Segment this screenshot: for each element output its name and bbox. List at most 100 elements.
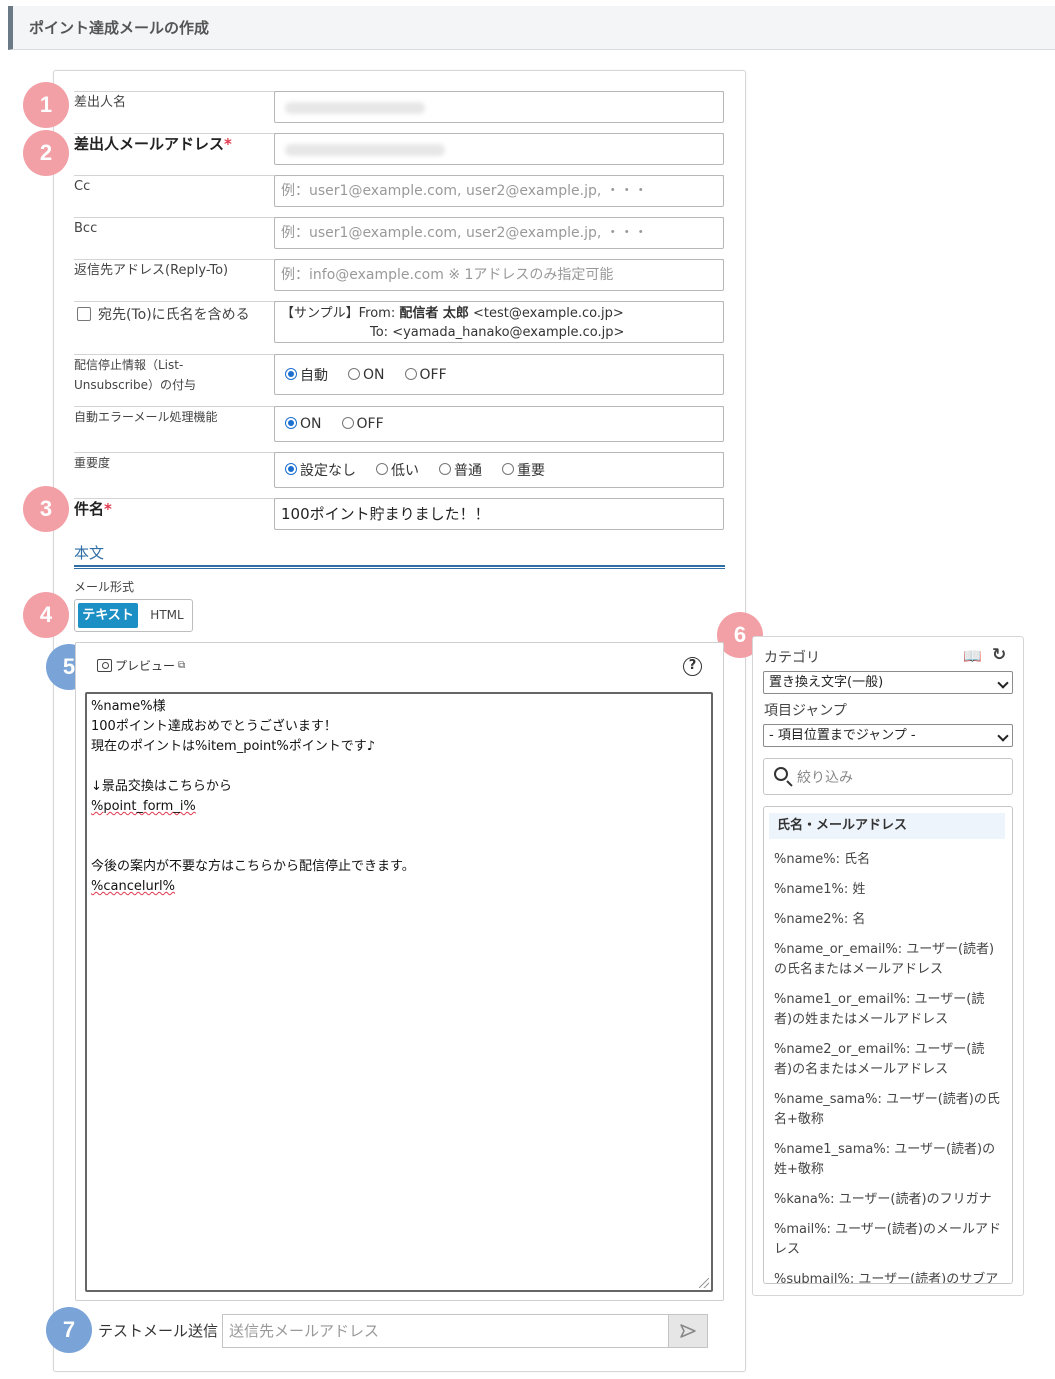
tag-item[interactable]: %name2%: 名 bbox=[774, 910, 1006, 930]
jump-label: 項目ジャンプ bbox=[764, 703, 847, 719]
replyto-input[interactable]: 例：info@example.com ※ 1アドレスのみ指定可能 bbox=[274, 259, 724, 291]
radio-priority-none[interactable]: 設定なし bbox=[285, 460, 356, 480]
auto-error-label: 自動エラーメール処理機能 bbox=[74, 410, 218, 424]
priority-radio-group: 設定なし 低い 普通 重要 bbox=[285, 453, 545, 487]
body-line: 100ポイント達成おめでとうございます！ bbox=[91, 719, 337, 734]
body-line bbox=[91, 817, 707, 837]
blurred-value bbox=[285, 144, 445, 156]
step-badge-2: 2 bbox=[23, 130, 69, 176]
tag-item[interactable]: %name_sama%: ユーザー(読者)の氏 名+敬称 bbox=[774, 1090, 1006, 1130]
replyto-label: 返信先アドレス(Reply-To) bbox=[74, 263, 229, 278]
tag-item[interactable]: %name1_or_email%: ユーザー(読 者)の姓またはメールアドレス bbox=[774, 990, 1006, 1030]
help-icon[interactable]: ? bbox=[683, 657, 702, 676]
sender-name-label: 差出人名 bbox=[74, 95, 127, 110]
jump-select[interactable]: - 項目位置までジャンプ - bbox=[763, 724, 1013, 747]
filter-input[interactable]: 絞り込み bbox=[763, 758, 1013, 795]
sender-email-input[interactable] bbox=[274, 133, 724, 165]
subject-input[interactable]: 100ポイント貯まりました！！ bbox=[274, 498, 724, 530]
body-line: %point_form_i% bbox=[91, 799, 196, 814]
include-name-label: 宛先(To)に氏名を含める bbox=[98, 307, 250, 323]
radio-icon bbox=[341, 417, 354, 429]
chevron-down-icon bbox=[997, 730, 1009, 742]
format-toggle: テキスト HTML bbox=[74, 599, 193, 632]
blurred-value bbox=[285, 102, 425, 114]
radio-error-on[interactable]: ON bbox=[285, 416, 322, 432]
tag-item[interactable]: %mail%: ユーザー(読者)のメールアド レス bbox=[774, 1220, 1006, 1260]
body-line: %cancelurl% bbox=[91, 879, 176, 894]
radio-unsubscribe-off[interactable]: OFF bbox=[404, 367, 447, 383]
auto-error-radio-box: ON OFF bbox=[274, 406, 724, 442]
subject-label: 件名* bbox=[74, 500, 112, 518]
radio-priority-high[interactable]: 重要 bbox=[502, 460, 545, 480]
unsubscribe-label-line2: Unsubscribe）の付与 bbox=[74, 378, 196, 392]
chevron-down-icon bbox=[997, 677, 1009, 689]
body-line: %name%様 bbox=[91, 699, 166, 714]
unsubscribe-radio-box: 自動 ON OFF bbox=[274, 354, 724, 395]
cc-input[interactable]: 例：user1@example.com, user2@example.jp, ・… bbox=[274, 175, 724, 207]
format-text-button[interactable]: テキスト bbox=[78, 603, 138, 628]
tag-item[interactable]: %name%: 氏名 bbox=[774, 850, 1006, 870]
resize-handle[interactable] bbox=[699, 1278, 709, 1288]
radio-icon bbox=[404, 367, 417, 380]
step-badge-3: 3 bbox=[23, 486, 69, 532]
category-select[interactable]: 置き換え文字(一般) bbox=[763, 671, 1013, 694]
body-textarea[interactable]: %name%様 100ポイント達成おめでとうございます！ 現在のポイントは%it… bbox=[85, 692, 713, 1292]
unsubscribe-radio-group: 自動 ON OFF bbox=[285, 355, 447, 394]
section-divider bbox=[74, 565, 725, 569]
tag-list: 氏名・メールアドレス %name%: 氏名 %name1%: 姓 %name2%… bbox=[763, 806, 1013, 1284]
radio-priority-normal[interactable]: 普通 bbox=[439, 460, 482, 480]
search-icon bbox=[774, 767, 788, 781]
tag-item[interactable]: %submail%: ユーザー(読者)のサブア bbox=[774, 1270, 1006, 1283]
body-line: 現在のポイントは%item_point%ポイントです♪ bbox=[91, 739, 376, 754]
tag-item[interactable]: %name1_sama%: ユーザー(読者)の 姓+敬称 bbox=[774, 1140, 1006, 1180]
send-icon bbox=[680, 1324, 696, 1338]
tag-list-header: 氏名・メールアドレス bbox=[769, 813, 1005, 839]
cc-label: Cc bbox=[74, 179, 91, 194]
step-badge-1: 1 bbox=[23, 82, 69, 128]
bcc-input[interactable]: 例：user1@example.com, user2@example.jp, ・… bbox=[274, 217, 724, 249]
external-link-icon: ⧉ bbox=[178, 660, 186, 671]
priority-radio-box: 設定なし 低い 普通 重要 bbox=[274, 452, 724, 488]
radio-priority-low[interactable]: 低い bbox=[376, 460, 419, 480]
format-html-button[interactable]: HTML bbox=[143, 603, 191, 628]
bcc-label: Bcc bbox=[74, 221, 98, 236]
radio-selected-icon bbox=[285, 367, 297, 380]
sample-to: To: <yamada_hanako@example.co.jp> bbox=[370, 325, 625, 340]
body-section-title: 本文 bbox=[74, 544, 105, 562]
body-line: ↓景品交換はこちらから bbox=[91, 779, 232, 794]
step-badge-7: 7 bbox=[46, 1307, 92, 1353]
sample-from: 【サンプル】From: 配信者 太郎 <test@example.co.jp> bbox=[281, 306, 624, 321]
radio-icon bbox=[439, 463, 451, 475]
radio-unsubscribe-on[interactable]: ON bbox=[348, 367, 385, 383]
radio-icon bbox=[348, 367, 360, 380]
include-name-checkbox[interactable] bbox=[77, 307, 91, 321]
step-badge-4: 4 bbox=[23, 592, 69, 638]
priority-label: 重要度 bbox=[74, 456, 111, 470]
test-email-input[interactable]: 送信先メールアドレス bbox=[222, 1314, 669, 1348]
page-header: ポイント達成メールの作成 bbox=[8, 6, 1055, 50]
body-line: 今後の案内が不要な方はこちらから配信停止できます。 bbox=[91, 859, 415, 874]
sender-name-input[interactable] bbox=[274, 91, 724, 123]
tag-item[interactable]: %kana%: ユーザー(読者)のフリガナ bbox=[774, 1190, 1006, 1210]
tag-item[interactable]: %name_or_email%: ユーザー(読者) の氏名またはメールアドレス bbox=[774, 940, 1006, 980]
sender-email-label: 差出人メールアドレス* bbox=[74, 135, 232, 153]
body-lines: %name%様 100ポイント達成おめでとうございます！ 現在のポイントは%it… bbox=[91, 697, 707, 897]
book-icon[interactable]: 📖 bbox=[963, 647, 982, 665]
radio-selected-icon bbox=[285, 417, 297, 429]
radio-icon bbox=[502, 463, 514, 475]
radio-unsubscribe-auto[interactable]: 自動 bbox=[285, 365, 328, 385]
body-line bbox=[91, 757, 707, 777]
radio-error-off[interactable]: OFF bbox=[341, 416, 384, 432]
test-send-label: テストメール送信 bbox=[98, 1322, 219, 1340]
refresh-icon[interactable]: ↻ bbox=[992, 645, 1006, 665]
preview-link[interactable]: プレビュー ⧉ bbox=[97, 657, 185, 674]
format-label: メール形式 bbox=[74, 580, 135, 594]
sample-preview-box: 【サンプル】From: 配信者 太郎 <test@example.co.jp> … bbox=[274, 301, 724, 343]
auto-error-radio-group: ON OFF bbox=[285, 407, 384, 441]
radio-icon bbox=[376, 463, 388, 475]
unsubscribe-label-line1: 配信停止情報（List- bbox=[74, 358, 184, 372]
body-line bbox=[91, 837, 707, 857]
tag-item[interactable]: %name2_or_email%: ユーザー(読 者)の名またはメールアドレス bbox=[774, 1040, 1006, 1080]
send-test-button[interactable] bbox=[668, 1314, 708, 1348]
tag-item[interactable]: %name1%: 姓 bbox=[774, 880, 1006, 900]
